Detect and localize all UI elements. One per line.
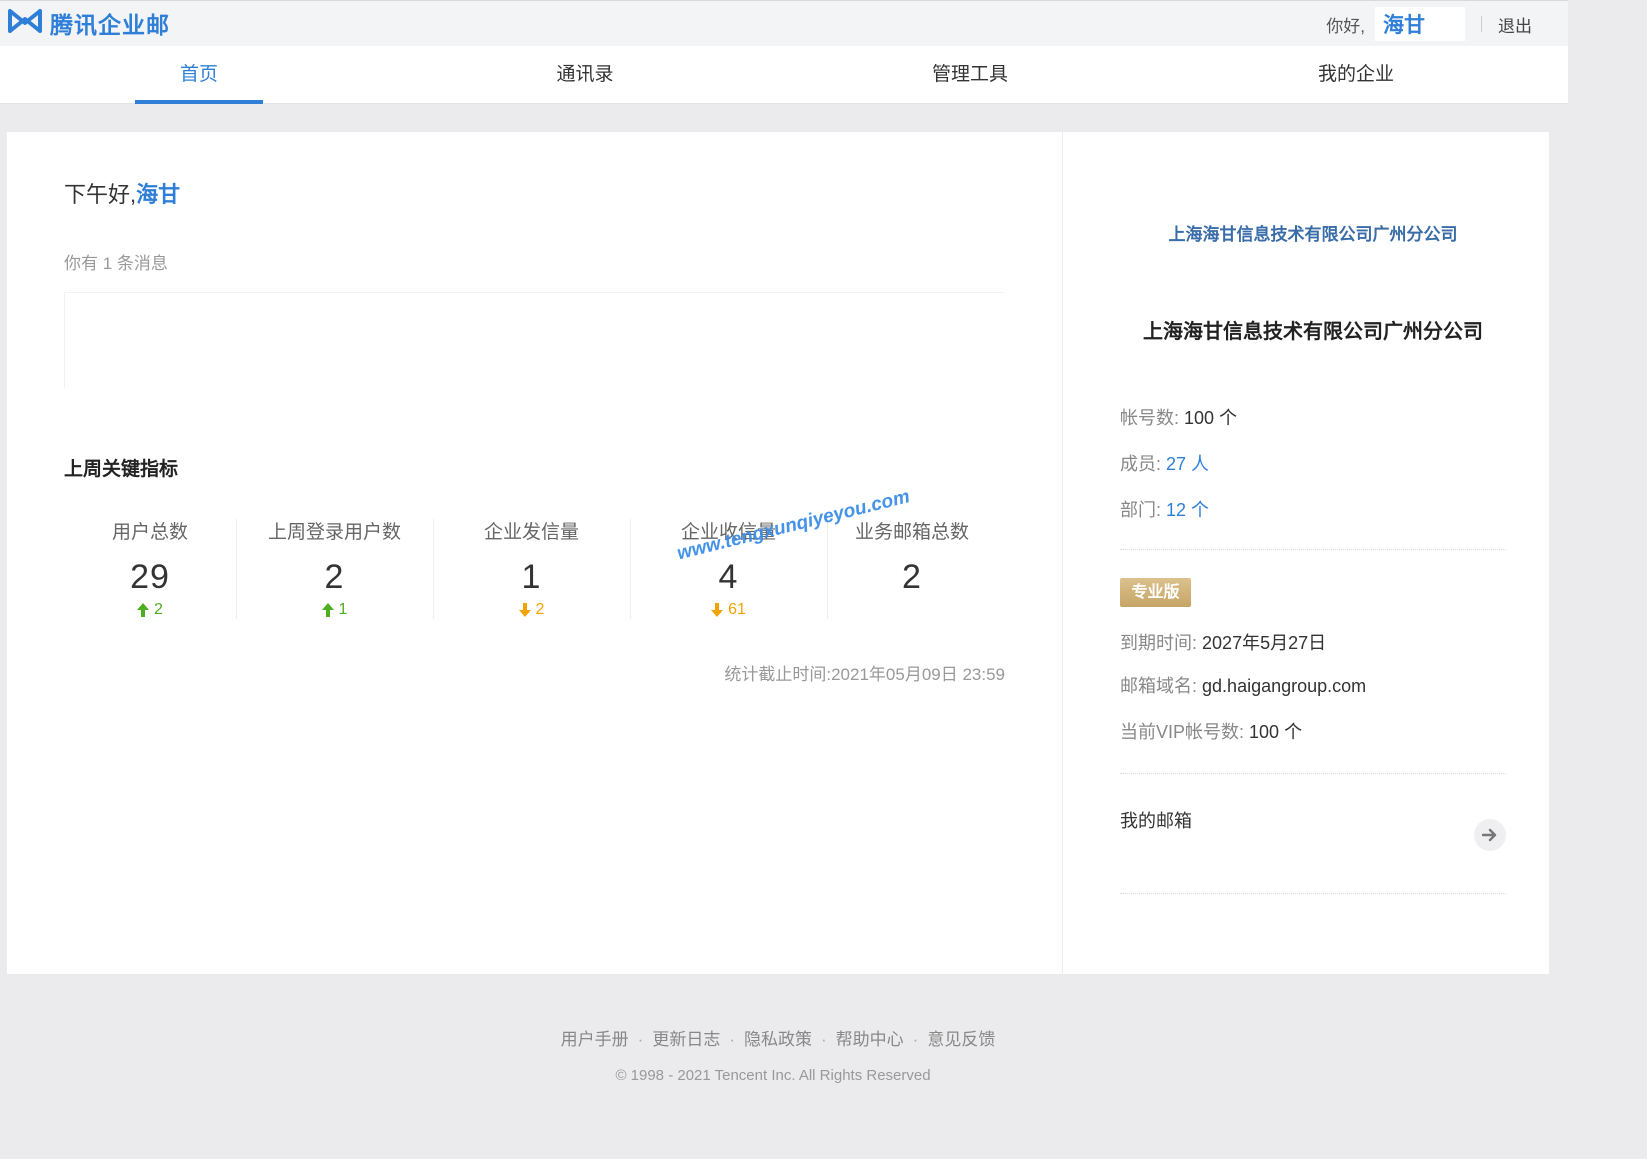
tab-home[interactable]: 首页 bbox=[135, 46, 263, 104]
kpi-delta-value: 2 bbox=[154, 601, 163, 618]
accounts-row: 帐号数: 100 个 bbox=[1120, 404, 1237, 430]
app-logo[interactable]: 腾讯企业邮 bbox=[6, 8, 170, 38]
divider bbox=[1120, 893, 1506, 894]
top-bar: 腾讯企业邮 你好, 海甘 退出 bbox=[0, 0, 1568, 46]
message-count[interactable]: 你有 1 条消息 bbox=[64, 249, 168, 274]
message-list bbox=[64, 292, 1004, 388]
footer-link-feedback[interactable]: 意见反馈 bbox=[927, 1030, 995, 1049]
expiry-value: 2027年5月27日 bbox=[1202, 633, 1327, 653]
kpi-delta: 2 bbox=[433, 601, 630, 619]
user-name[interactable]: 海甘 bbox=[1375, 7, 1465, 41]
kpi-delta-value: 61 bbox=[728, 601, 746, 618]
kpi-delta-value: 2 bbox=[535, 601, 545, 618]
arrow-down-icon bbox=[711, 603, 724, 617]
greeting-heading: 下午好,海甘 bbox=[64, 177, 180, 209]
kpi-section-title: 上周关键指标 bbox=[64, 459, 179, 480]
vip-accounts-value: 100 个 bbox=[1249, 722, 1303, 742]
accounts-label: 帐号数: bbox=[1120, 408, 1180, 428]
company-name: 上海海甘信息技术有限公司广州分公司 bbox=[1143, 321, 1483, 343]
footer-link-changelog[interactable]: 更新日志 bbox=[652, 1030, 720, 1049]
domain-value: gd.haigangroup.com bbox=[1202, 676, 1367, 696]
kpi-value: 29 bbox=[130, 558, 170, 596]
kpi-label: 用户总数 bbox=[111, 522, 188, 543]
separator-dot: · bbox=[729, 1030, 735, 1049]
greeting-text: 你好, bbox=[1326, 16, 1365, 36]
kpi-row: 用户总数 29 2 上周登录用户数 2 1 企业发信量 1 2 企业收信量 4 … bbox=[64, 517, 1004, 637]
arrow-up-icon bbox=[321, 603, 334, 617]
footer-link-privacy[interactable]: 隐私政策 bbox=[744, 1030, 812, 1049]
members-label: 成员: bbox=[1120, 454, 1162, 474]
members-link[interactable]: 27 人 bbox=[1166, 454, 1209, 474]
copyright: © 1998 - 2021 Tencent Inc. All Rights Re… bbox=[615, 1067, 931, 1084]
tab-admin-tools[interactable]: 管理工具 bbox=[906, 46, 1034, 104]
divider bbox=[1120, 773, 1506, 774]
kpi-label: 企业发信量 bbox=[483, 522, 579, 543]
vip-accounts-label: 当前VIP帐号数: bbox=[1120, 722, 1245, 742]
departments-label: 部门: bbox=[1120, 500, 1162, 520]
arrow-down-icon bbox=[518, 603, 531, 617]
members-row: 成员: 27 人 bbox=[1120, 450, 1209, 476]
expiry-row: 到期时间: 2027年5月27日 bbox=[1120, 629, 1326, 655]
arrow-up-icon bbox=[137, 603, 150, 617]
vip-accounts-row: 当前VIP帐号数: 100 个 bbox=[1120, 718, 1302, 744]
kpi-last-week-logins: 上周登录用户数 2 1 bbox=[236, 517, 433, 622]
greeting-name: 海甘 bbox=[136, 182, 181, 207]
edition-badge: 专业版 bbox=[1120, 578, 1191, 607]
logo-text: 腾讯企业邮 bbox=[50, 12, 170, 38]
footer-link-user-manual[interactable]: 用户手册 bbox=[561, 1030, 629, 1049]
stat-cutoff-time: 统计截止时间:2021年05月09日 23:59 bbox=[724, 665, 1005, 684]
departments-link[interactable]: 12 个 bbox=[1166, 500, 1209, 520]
divider bbox=[1481, 16, 1482, 32]
expiry-label: 到期时间: bbox=[1120, 633, 1198, 653]
kpi-value: 1 bbox=[521, 558, 542, 596]
divider bbox=[1120, 549, 1506, 550]
accounts-value: 100 个 bbox=[1184, 408, 1238, 428]
kpi-total-users: 用户总数 29 2 bbox=[64, 517, 236, 622]
kpi-value: 2 bbox=[902, 558, 922, 596]
arrow-right-icon bbox=[1482, 828, 1497, 842]
dashboard-card: 下午好,海甘 你有 1 条消息 上周关键指标 用户总数 29 2 上周登录用户数… bbox=[7, 132, 1549, 974]
kpi-sent-mail: 企业发信量 1 2 bbox=[433, 517, 630, 622]
separator-dot: · bbox=[637, 1030, 644, 1049]
footer-link-help-center[interactable]: 帮助中心 bbox=[836, 1030, 904, 1049]
kpi-business-mailboxes: 业务邮箱总数 2 bbox=[827, 517, 997, 622]
logo-icon bbox=[6, 7, 44, 40]
domain-label: 邮箱域名: bbox=[1120, 676, 1198, 696]
tab-contacts[interactable]: 通讯录 bbox=[521, 46, 649, 104]
main-nav: 首页 通讯录 管理工具 我的企业 bbox=[0, 46, 1568, 104]
kpi-value: 2 bbox=[324, 558, 345, 596]
kpi-delta: 1 bbox=[236, 601, 433, 619]
panel-divider bbox=[1062, 132, 1063, 974]
go-mailbox-button[interactable] bbox=[1474, 819, 1506, 851]
separator-dot: · bbox=[821, 1030, 827, 1049]
kpi-value: 4 bbox=[718, 558, 739, 596]
separator-dot: · bbox=[912, 1030, 919, 1049]
kpi-delta-value: 1 bbox=[338, 601, 348, 618]
footer-links: 用户手册 · 更新日志 · 隐私政策 · 帮助中心 · 意见反馈 bbox=[0, 1025, 1556, 1050]
kpi-delta: 61 bbox=[630, 601, 827, 619]
user-area: 你好, 海甘 退出 bbox=[1326, 1, 1568, 47]
kpi-delta: 2 bbox=[64, 601, 236, 619]
company-logo: 上海海甘信息技术有限公司广州分公司 bbox=[1168, 225, 1458, 244]
greeting-prefix: 下午好, bbox=[64, 182, 137, 207]
my-mailbox-link[interactable]: 我的邮箱 bbox=[1120, 807, 1192, 833]
kpi-label: 上周登录用户数 bbox=[267, 522, 401, 543]
departments-row: 部门: 12 个 bbox=[1120, 496, 1209, 522]
logout-link[interactable]: 退出 bbox=[1498, 12, 1532, 37]
tab-my-enterprise[interactable]: 我的企业 bbox=[1292, 46, 1420, 104]
domain-row: 邮箱域名: gd.haigangroup.com bbox=[1120, 672, 1366, 698]
